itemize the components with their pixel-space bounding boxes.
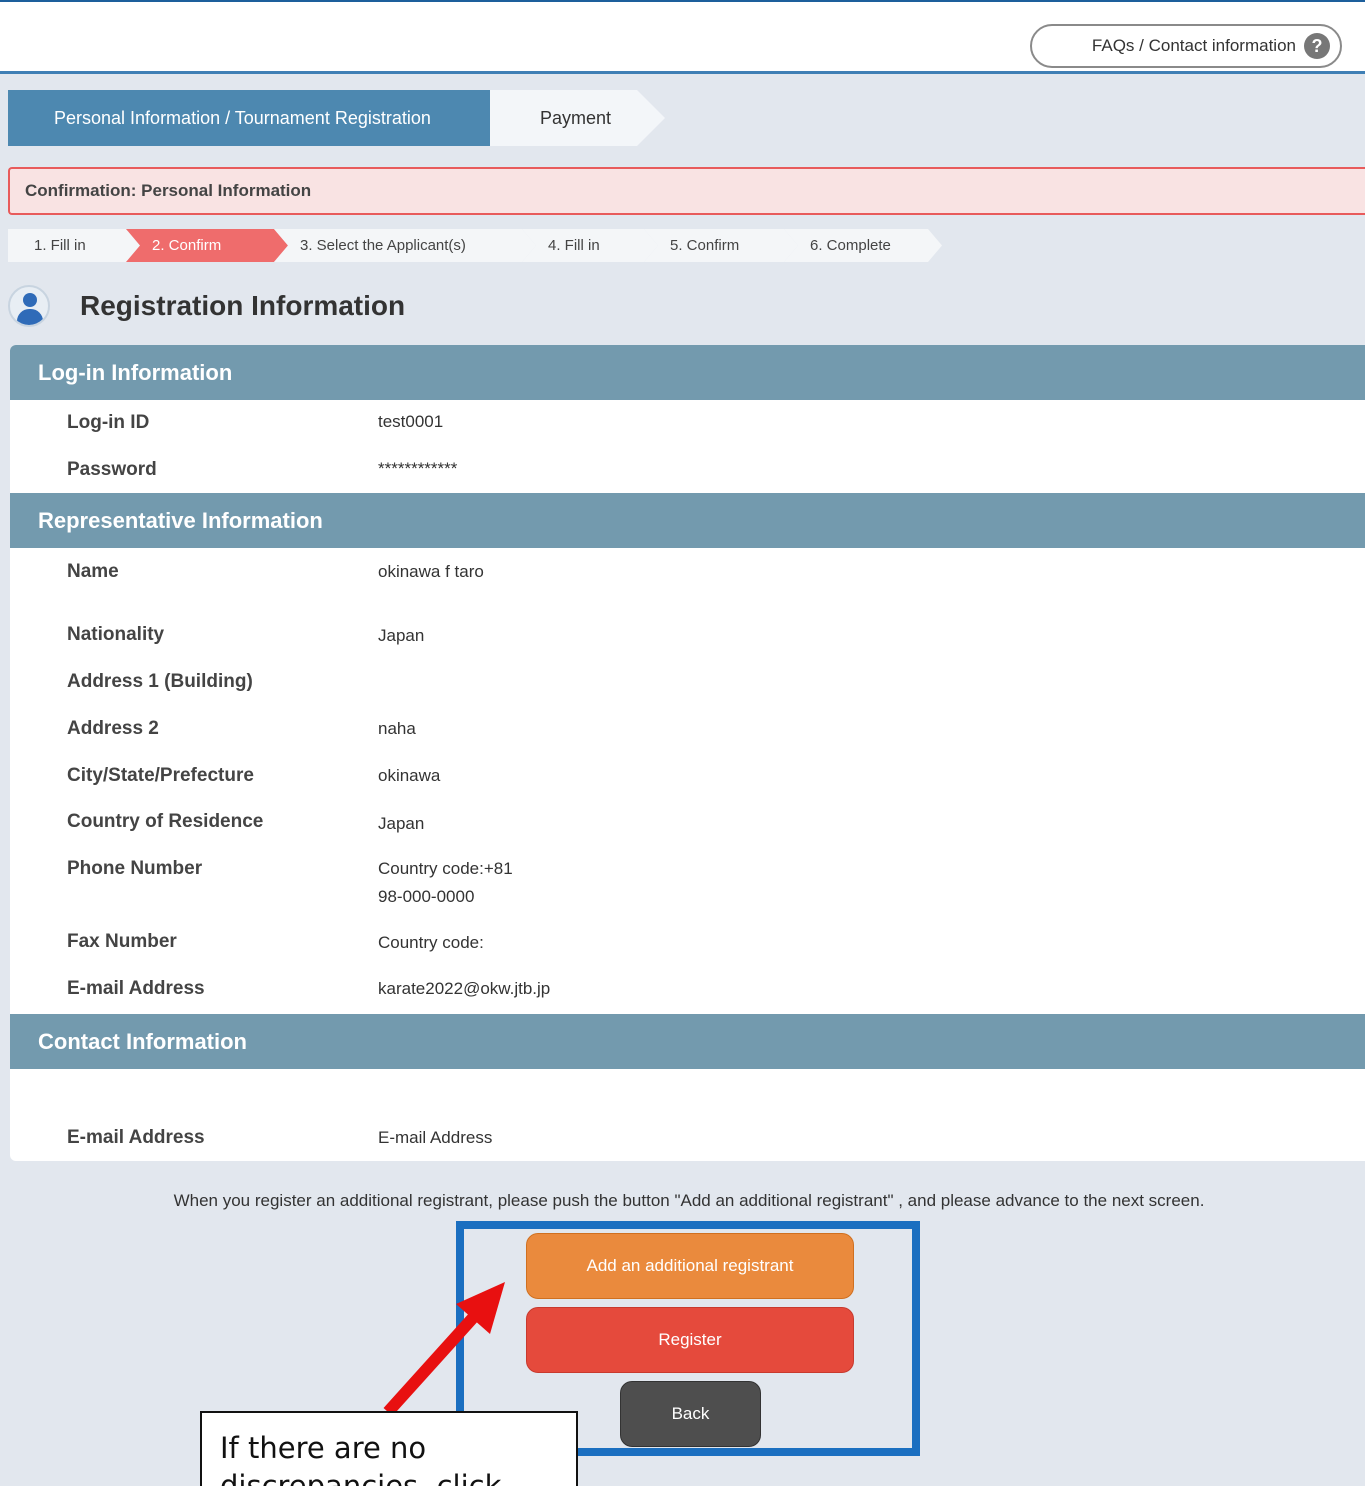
section-header-label: Representative Information (38, 507, 323, 533)
register-button[interactable]: Register (526, 1307, 854, 1373)
field-value-nationality: Japan (378, 626, 425, 645)
instruction-callout: If there are no discrepancies, click (200, 1411, 578, 1486)
field-value-city: okinawa (378, 766, 441, 785)
sub-step-label: 1. Fill in (34, 237, 86, 254)
faq-contact-label: FAQs / Contact information (1091, 36, 1296, 55)
callout-line-2: discrepancies, click (220, 1469, 502, 1486)
user-icon (8, 285, 50, 327)
field-label-address-2: Address 2 (67, 718, 159, 739)
sub-step-fill-in-2: 4. Fill in (522, 229, 658, 262)
page-title: Registration Information (80, 290, 406, 321)
field-label-name: Name (67, 561, 119, 582)
sub-step-label: 6. Complete (810, 237, 891, 254)
major-step-payment: Payment (490, 90, 665, 146)
field-label-contact-email: E-mail Address (67, 1127, 205, 1148)
confirmation-banner: Confirmation: Personal Information (8, 167, 1365, 215)
callout-line-1: If there are no (220, 1431, 427, 1465)
sub-step-label: 3. Select the Applicant(s) (300, 237, 466, 254)
confirmation-banner-text: Confirmation: Personal Information (25, 181, 312, 200)
sub-step-select-applicants: 3. Select the Applicant(s) (274, 229, 536, 262)
section-header-label: Log-in Information (38, 359, 233, 385)
faq-contact-button[interactable]: FAQs / Contact information ? (1030, 24, 1342, 68)
field-value-name: okinawa f taro (378, 562, 484, 581)
contact-info-header: Contact Information (10, 1014, 1365, 1069)
back-button[interactable]: Back (620, 1381, 761, 1447)
field-label-login-id: Log-in ID (67, 412, 150, 433)
section-title: Registration Information (8, 283, 405, 329)
sub-steps: 1. Fill in 2. Confirm 3. Select the Appl… (8, 229, 968, 262)
question-icon: ? (1304, 33, 1330, 59)
field-value-phone-code: Country code:+81 (378, 859, 513, 878)
representative-info-header: Representative Information (10, 493, 1365, 548)
field-label-city: City/State/Prefecture (67, 765, 254, 786)
field-label-address-1: Address 1 (Building) (67, 671, 253, 692)
add-registrant-button[interactable]: Add an additional registrant (526, 1233, 854, 1299)
sub-step-label: 5. Confirm (670, 237, 740, 254)
field-label-phone: Phone Number (67, 858, 203, 879)
section-header-label: Contact Information (38, 1028, 247, 1054)
field-label-nationality: Nationality (67, 624, 165, 645)
field-value-address-2: naha (378, 719, 416, 738)
field-label-country: Country of Residence (67, 811, 264, 832)
field-label-password: Password (67, 459, 157, 480)
registration-info-card: Log-in Information Log-in ID test0001 Pa… (10, 345, 1365, 1161)
sub-step-confirm-2: 5. Confirm (644, 229, 798, 262)
field-value-phone-number: 98-000-0000 (378, 887, 475, 906)
field-value-login-id: test0001 (378, 412, 444, 431)
sub-step-confirm: 2. Confirm (126, 229, 288, 262)
login-info-header: Log-in Information (10, 345, 1365, 400)
field-value-fax: Country code: (378, 933, 484, 952)
sub-step-label: 4. Fill in (548, 237, 600, 254)
field-value-contact-email: E-mail Address (378, 1128, 493, 1147)
major-step-personal-info: Personal Information / Tournament Regist… (8, 90, 526, 146)
top-bar: FAQs / Contact information ? (0, 0, 1365, 74)
additional-registrant-notice: When you register an additional registra… (173, 1191, 1205, 1210)
major-step-label: Payment (540, 107, 612, 128)
field-value-email: karate2022@okw.jtb.jp (378, 979, 551, 998)
field-label-fax: Fax Number (67, 931, 177, 952)
major-step-label: Personal Information / Tournament Regist… (54, 107, 431, 128)
sub-step-complete: 6. Complete (784, 229, 942, 262)
field-label-email: E-mail Address (67, 978, 205, 999)
field-value-country: Japan (378, 814, 425, 833)
field-value-password: ************ (378, 459, 458, 478)
sub-step-fill-in: 1. Fill in (8, 229, 140, 262)
sub-step-label: 2. Confirm (152, 237, 222, 254)
